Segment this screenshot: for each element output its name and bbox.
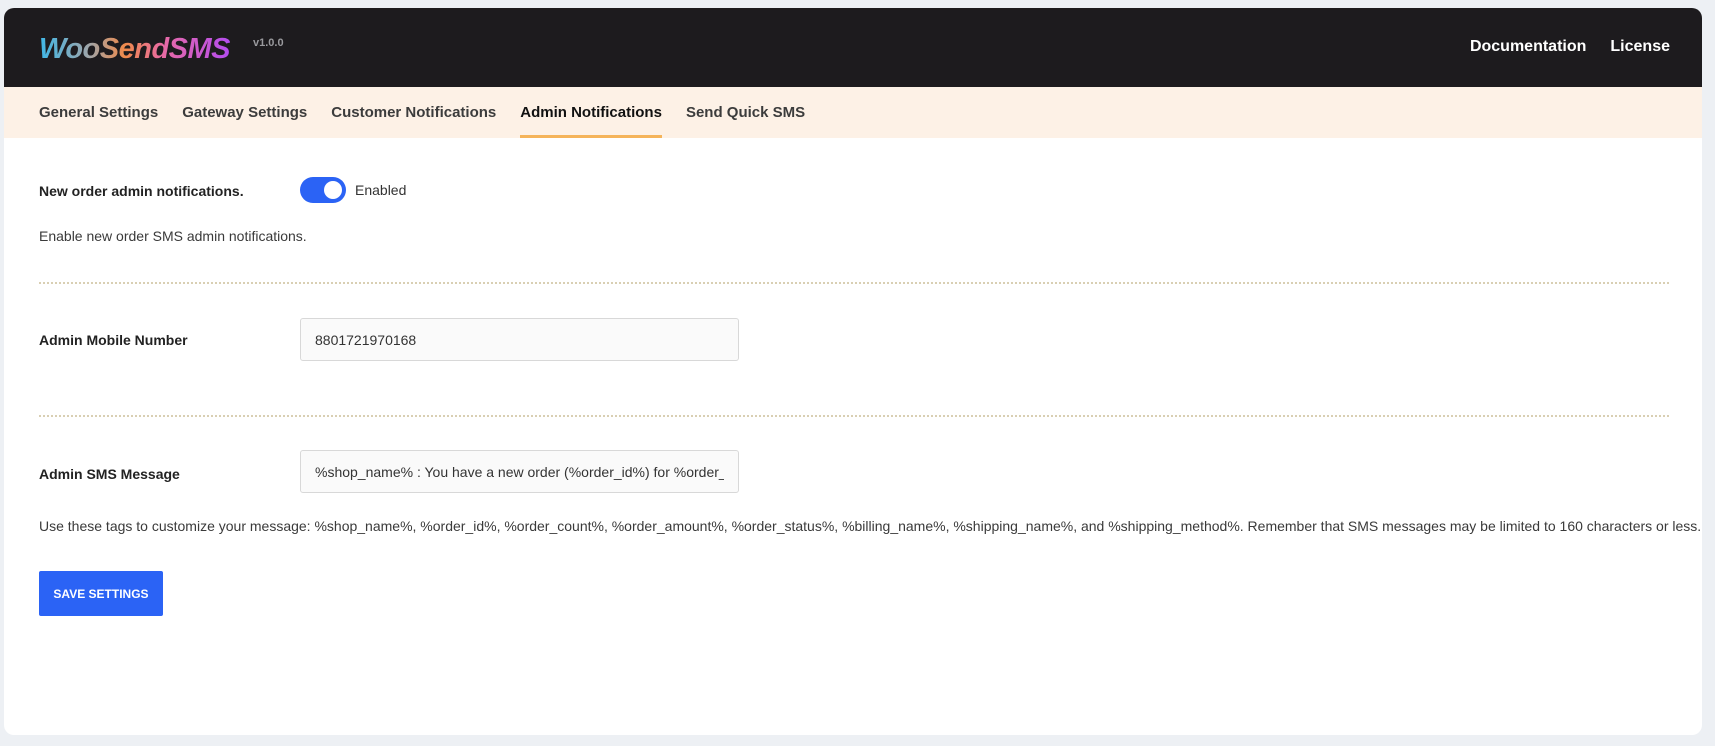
- divider: [39, 415, 1669, 417]
- admin-sms-message-input[interactable]: [300, 450, 739, 493]
- tab-general-settings[interactable]: General Settings: [39, 87, 158, 138]
- app-header: WooSendSMS v1.0.0 Documentation License: [4, 8, 1702, 87]
- new-order-label: New order admin notifications.: [39, 183, 244, 199]
- tab-bar: General Settings Gateway Settings Custom…: [4, 87, 1702, 138]
- license-link[interactable]: License: [1610, 38, 1670, 56]
- toggle-knob: [324, 181, 342, 199]
- settings-card: WooSendSMS v1.0.0 Documentation License …: [4, 8, 1702, 735]
- divider: [39, 282, 1669, 284]
- save-settings-button[interactable]: SAVE SETTINGS: [39, 571, 163, 616]
- new-order-toggle[interactable]: [300, 177, 346, 203]
- message-label: Admin SMS Message: [39, 466, 180, 482]
- admin-mobile-input[interactable]: [300, 318, 739, 361]
- tab-customer-notifications[interactable]: Customer Notifications: [331, 87, 496, 138]
- new-order-help: Enable new order SMS admin notifications…: [39, 228, 307, 244]
- tab-send-quick-sms[interactable]: Send Quick SMS: [686, 87, 805, 138]
- tab-gateway-settings[interactable]: Gateway Settings: [182, 87, 307, 138]
- toggle-state-label: Enabled: [355, 182, 407, 198]
- mobile-label: Admin Mobile Number: [39, 332, 188, 348]
- version-label: v1.0.0: [253, 37, 284, 49]
- tab-admin-notifications[interactable]: Admin Notifications: [520, 87, 662, 138]
- logo: WooSendSMS: [39, 33, 231, 65]
- message-tags-help: Use these tags to customize your message…: [39, 518, 1702, 534]
- documentation-link[interactable]: Documentation: [1470, 38, 1586, 56]
